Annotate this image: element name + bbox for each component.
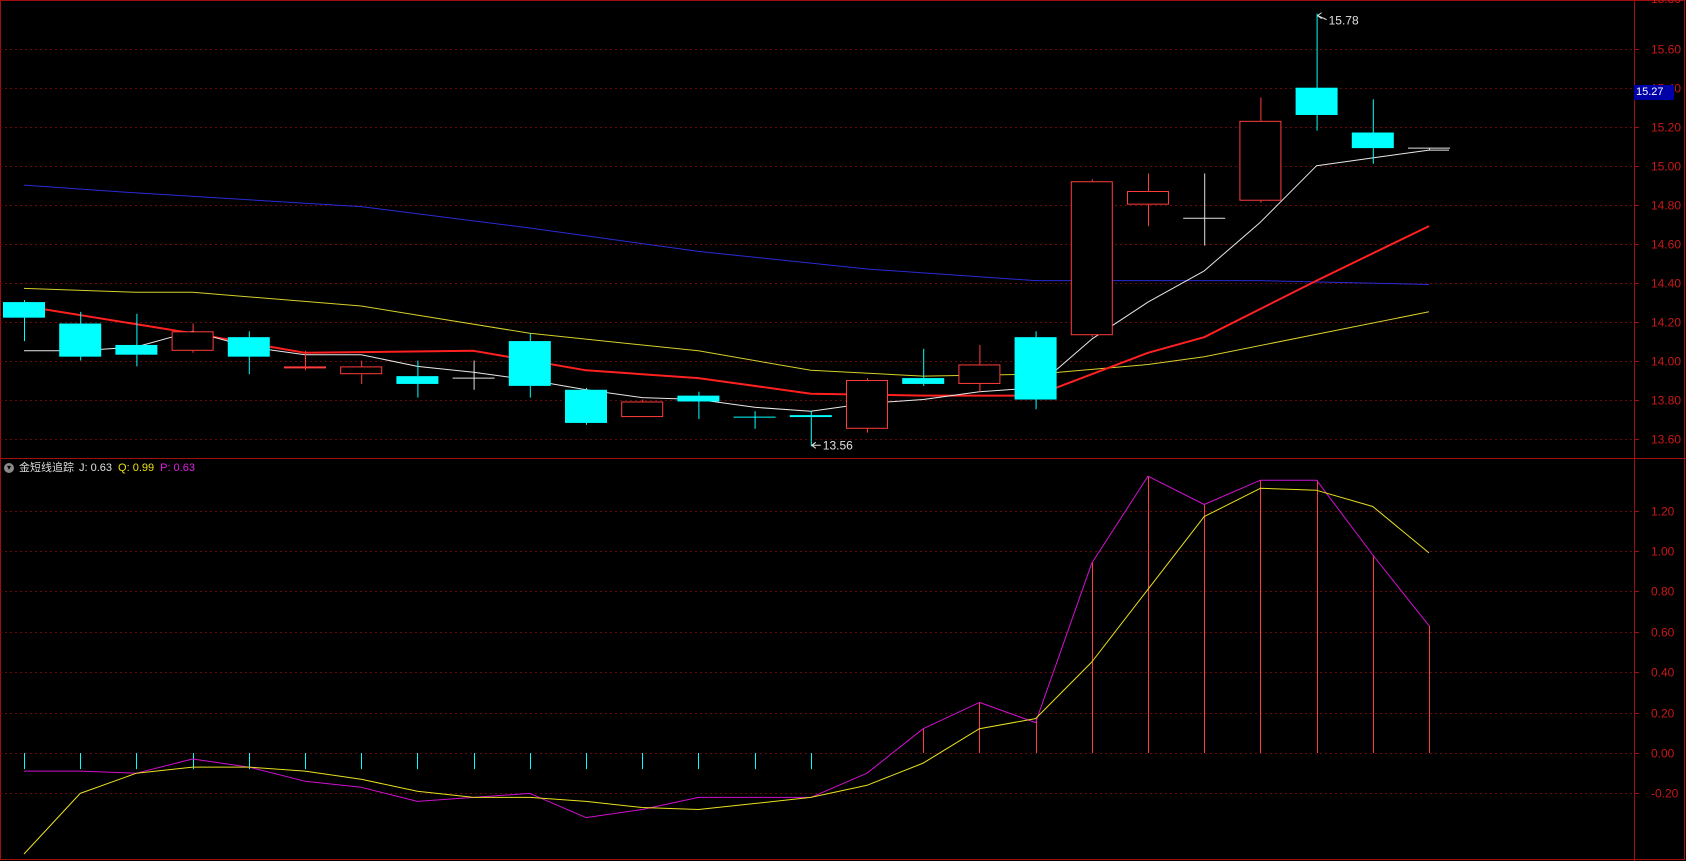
candle-body-down [789,415,832,418]
candle [59,311,102,361]
indicator-tick-label: 0.60 [1651,626,1675,640]
moving-average-line-yellow [23,287,1430,377]
main-tick-label: 14.20 [1651,316,1681,330]
candle-body-up [1127,190,1169,205]
candle-body-up [958,364,1001,384]
indicator-tick-label: 0.40 [1651,666,1675,680]
candle-body-up [284,366,326,369]
main-tick-label: 14.80 [1651,199,1681,213]
candle [508,333,551,398]
candle [958,344,1001,392]
main-tick-label: 15.00 [1651,160,1681,174]
candle [1351,99,1394,164]
main-price-axis: 13.60 13.80 14.00 14.20 14.40 14.60 14.80 15.00… [0,0,1681,447]
candle-body-up [846,380,888,429]
indicator-legend: ▾ 金短线追踪 J: 0.63 Q: 0.99 P: 0.63 [4,460,201,476]
candle [1239,97,1282,203]
main-tick-label: 15.60 [1651,43,1681,57]
indicator-tick-label: 0.00 [1651,747,1675,761]
moving-average-line-blue [23,184,1430,285]
candle-body-down [115,344,158,355]
candle-body-up [340,366,383,375]
candle [846,378,888,433]
indicator-tick-label: 0.20 [1651,707,1675,721]
main-tick-label: 14.60 [1651,238,1681,252]
indicator-axis: -0.20 0.00 0.20 0.40 0.60 0.80 1.00 1.20 [0,505,1679,801]
indicator-tick-label: -0.20 [1651,787,1679,801]
high-arrow-icon [1317,12,1327,21]
candle-body-up [1070,181,1113,336]
candle-body-down [677,395,720,402]
main-tick-label: 15.20 [1651,121,1681,135]
candle-body-down [59,323,102,357]
candle-body-up [171,331,214,351]
candle [677,391,720,420]
candle [284,350,326,371]
current-price-tag: 15.27 [1634,85,1674,100]
main-tick-label: 13.60 [1651,433,1681,447]
candle-body-down [396,376,439,384]
high-price-label: 15.78 [1329,14,1359,28]
indicator-line-p [24,475,1430,819]
indicator-tick-label: 1.00 [1651,545,1675,559]
candle-body-down [565,389,607,423]
candle [452,360,495,390]
indicator-name: 金短线追踪 [19,462,74,474]
indicator-tick-label: 0.80 [1651,585,1675,599]
indicator-p-value: P: 0.63 [160,462,195,474]
main-tick-label-partial: 15.80 [1651,0,1681,6]
candle [621,399,664,418]
candle-body-down [508,341,551,386]
indicator-j-value: J: 0.63 [79,462,113,474]
candle-body-down [902,378,945,384]
candle-body-down [1351,132,1394,149]
indicator-lines [23,475,1430,855]
candle [565,387,607,425]
chart-stage: 13.60 13.80 14.00 14.20 14.40 14.60 14.80 15.00… [0,0,1686,861]
low-arrow-icon [811,441,821,449]
main-tick-label: 14.40 [1651,277,1681,291]
indicator-bars [24,476,1430,770]
moving-average-lines [23,149,1449,412]
candle-body-up [621,401,664,418]
candle [1127,173,1169,227]
candle [1183,173,1226,246]
indicator-toggle-icon[interactable]: ▾ [4,463,14,473]
candle-body-down [1014,337,1057,400]
indicator-line-q [23,487,1430,855]
chart-frame [0,0,1685,860]
candle [227,331,270,375]
candle [396,360,439,398]
main-tick-label: 13.80 [1651,394,1681,408]
low-price-label: 13.56 [823,438,853,452]
indicator-tick-label: 1.20 [1651,505,1675,519]
candle-body-down [227,337,270,357]
moving-average-line-red [23,225,1430,397]
indicator-q-value: Q: 0.99 [118,462,155,474]
candle [1014,331,1057,410]
stock-chart: 13.60 13.80 14.00 14.20 14.40 14.60 14.80 15.00… [0,0,1686,861]
candle [171,323,214,353]
main-tick-label: 14.00 [1651,355,1681,369]
candle [340,360,383,384]
candle [1295,13,1338,131]
candle [902,348,945,386]
candle-body-down [3,302,45,318]
candle-body-up [1239,120,1282,201]
candle [1070,179,1113,338]
candle [3,300,45,342]
candle [733,411,776,429]
candle-body-down [1295,87,1338,115]
